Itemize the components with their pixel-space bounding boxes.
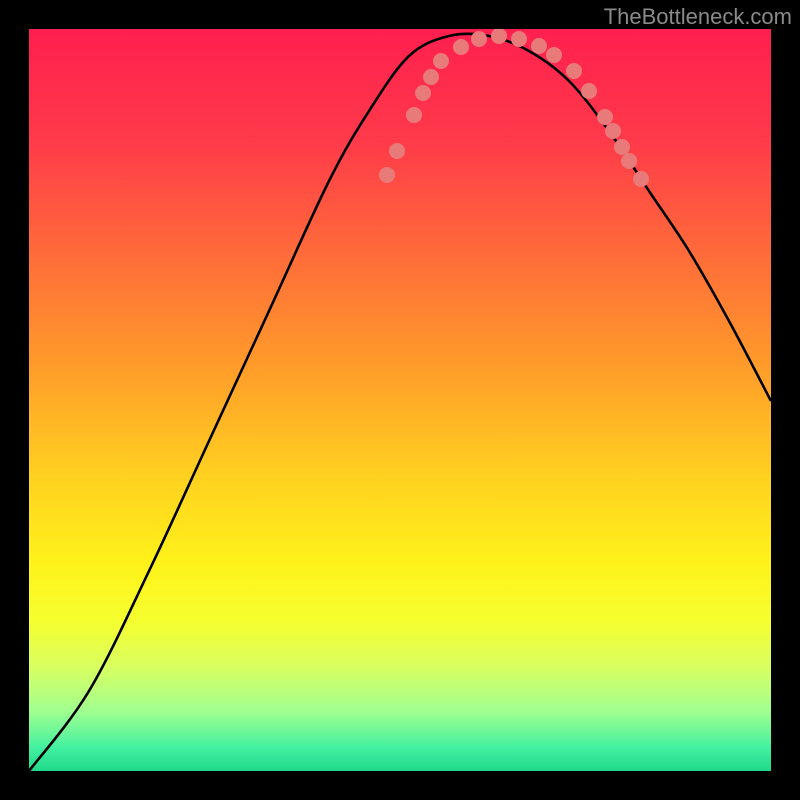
data-dot — [614, 139, 630, 155]
data-dot — [597, 109, 613, 125]
attribution-text: TheBottleneck.com — [604, 4, 792, 30]
data-dot — [581, 83, 597, 99]
chart-plot-area — [29, 29, 771, 771]
data-dot — [621, 153, 637, 169]
data-dot — [389, 143, 405, 159]
data-dot — [531, 38, 547, 54]
gradient-background — [29, 29, 771, 771]
data-dot — [423, 69, 439, 85]
data-dot — [406, 107, 422, 123]
data-dot — [379, 167, 395, 183]
data-dot — [471, 31, 487, 47]
data-dot — [605, 123, 621, 139]
data-dot — [566, 63, 582, 79]
data-dot — [511, 31, 527, 47]
data-dot — [433, 53, 449, 69]
data-dot — [546, 47, 562, 63]
data-dot — [453, 39, 469, 55]
chart-svg — [29, 29, 771, 771]
data-dot — [415, 85, 431, 101]
data-dot — [633, 171, 649, 187]
